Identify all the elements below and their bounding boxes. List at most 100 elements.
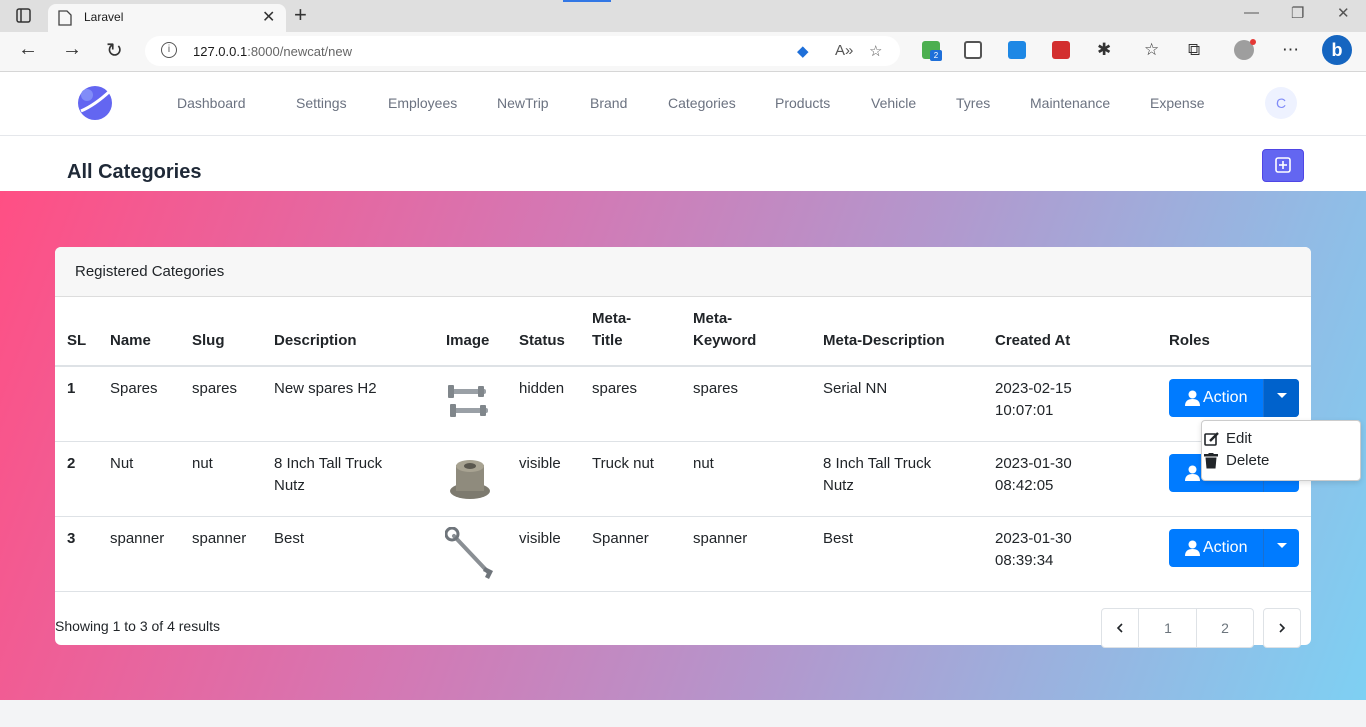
collections-icon[interactable]: ⧉ bbox=[1188, 40, 1200, 60]
add-category-button[interactable] bbox=[1262, 149, 1304, 182]
extensions-puzzle-icon[interactable]: ✱ bbox=[1097, 40, 1111, 60]
nav-products[interactable]: Products bbox=[775, 95, 830, 111]
browser-tab[interactable]: Laravel ✕ bbox=[48, 4, 286, 32]
page-1-button[interactable]: 1 bbox=[1138, 608, 1198, 648]
minimize-icon[interactable]: — bbox=[1244, 4, 1259, 21]
row3-dropdown-toggle[interactable] bbox=[1263, 529, 1299, 567]
chevron-right-icon bbox=[1279, 623, 1286, 633]
row3-status: visible bbox=[519, 530, 561, 547]
header-meta-description: Meta-Description bbox=[823, 332, 945, 349]
row2-created-time: 08:42:05 bbox=[995, 477, 1054, 494]
nav-maintenance[interactable]: Maintenance bbox=[1030, 95, 1110, 111]
row2-description-line1: 8 Inch Tall Truck bbox=[274, 455, 383, 472]
refresh-icon[interactable]: ↻ bbox=[106, 38, 123, 63]
user-icon bbox=[1185, 465, 1200, 481]
nav-dashboard[interactable]: Dashboard bbox=[177, 95, 246, 111]
coupon-tag-icon[interactable]: ◆ bbox=[797, 42, 809, 60]
action-dropdown-menu: Edit Delete bbox=[1201, 420, 1361, 481]
card-header: Registered Categories bbox=[55, 247, 1311, 297]
row3-image-spanner bbox=[445, 527, 493, 579]
page-2-button[interactable]: 2 bbox=[1196, 608, 1254, 648]
page-bottom bbox=[0, 700, 1366, 727]
header-meta-keyword-line2: Keyword bbox=[693, 332, 757, 349]
row1-name: Spares bbox=[110, 380, 158, 397]
forward-icon[interactable]: → bbox=[62, 38, 82, 61]
row1-dropdown-toggle[interactable] bbox=[1263, 379, 1299, 417]
nav-employees[interactable]: Employees bbox=[388, 95, 457, 111]
header-image: Image bbox=[446, 332, 490, 349]
bitwarden-icon[interactable] bbox=[964, 41, 982, 59]
chevron-left-icon bbox=[1116, 623, 1123, 633]
row1-image-bolts bbox=[448, 385, 488, 417]
page-header: All Categories bbox=[0, 136, 1366, 191]
notification-dot bbox=[1250, 39, 1256, 45]
header-created-at: Created At bbox=[995, 332, 1071, 349]
edit-icon bbox=[1204, 432, 1219, 446]
nav-settings[interactable]: Settings bbox=[296, 95, 347, 111]
nav-expense[interactable]: Expense bbox=[1150, 95, 1204, 111]
row1-action-button-group: Action bbox=[1169, 379, 1299, 417]
window-menu-icon[interactable] bbox=[16, 8, 31, 23]
row3-meta-title: Spanner bbox=[592, 530, 649, 547]
header-sl: SL bbox=[67, 332, 87, 349]
row3-name: spanner bbox=[110, 530, 165, 547]
row1-meta-title: spares bbox=[592, 380, 638, 397]
row2-sl: 2 bbox=[67, 455, 76, 472]
nav-tyres[interactable]: Tyres bbox=[956, 95, 990, 111]
url-path: :8000/newcat/new bbox=[247, 44, 353, 59]
row1-created-time: 10:07:01 bbox=[995, 402, 1054, 419]
page-icon bbox=[58, 10, 72, 26]
browser-tab-bar: Laravel ✕ + — ❐ ✕ bbox=[0, 0, 1366, 32]
bing-copilot-icon[interactable]: b bbox=[1322, 35, 1352, 65]
nav-newtrip[interactable]: NewTrip bbox=[497, 95, 549, 111]
favorite-star-icon[interactable]: ☆ bbox=[869, 42, 882, 60]
app-navbar: Dashboard Settings Employees NewTrip Bra… bbox=[0, 72, 1366, 136]
row2-image-nut bbox=[450, 460, 490, 499]
categories-card: Registered Categories SL Name Slug Descr… bbox=[55, 247, 1361, 648]
new-tab-icon[interactable]: + bbox=[294, 2, 307, 28]
header-divider bbox=[55, 365, 1311, 367]
tab-title: Laravel bbox=[84, 10, 124, 24]
address-bar[interactable]: i 127.0.0.1:8000/newcat/new ◆ A» ☆ bbox=[145, 36, 900, 66]
favorites-icon[interactable]: ☆ bbox=[1144, 40, 1159, 60]
header-roles: Roles bbox=[1169, 332, 1210, 349]
header-slug: Slug bbox=[192, 332, 225, 349]
extension-red-icon[interactable] bbox=[1052, 41, 1070, 59]
more-menu-icon[interactable]: ⋯ bbox=[1282, 40, 1299, 60]
dropdown-edit[interactable]: Edit bbox=[1204, 428, 1354, 450]
previous-page-button[interactable] bbox=[1101, 608, 1140, 648]
tab-indicator bbox=[563, 0, 611, 2]
row3-action-button[interactable]: Action bbox=[1169, 529, 1263, 567]
restore-icon[interactable]: ❐ bbox=[1291, 4, 1304, 22]
row1-created-date: 2023-02-15 bbox=[995, 380, 1072, 397]
row1-action-button[interactable]: Action bbox=[1169, 379, 1263, 417]
app-logo-icon[interactable] bbox=[77, 85, 113, 121]
read-aloud-icon[interactable]: A» bbox=[835, 42, 853, 59]
nav-brand[interactable]: Brand bbox=[590, 95, 627, 111]
dropdown-delete[interactable]: Delete bbox=[1204, 450, 1354, 472]
row1-action-label: Action bbox=[1203, 389, 1248, 406]
card-title: Registered Categories bbox=[75, 263, 225, 280]
url-text[interactable]: 127.0.0.1:8000/newcat/new bbox=[193, 44, 352, 59]
row2-name: Nut bbox=[110, 455, 134, 472]
next-page-button[interactable] bbox=[1263, 608, 1301, 648]
back-icon[interactable]: ← bbox=[18, 38, 38, 61]
row1-status: hidden bbox=[519, 380, 565, 397]
site-info-icon[interactable]: i bbox=[161, 42, 177, 58]
row1-sl: 1 bbox=[67, 380, 76, 397]
row1-meta-keyword: spares bbox=[693, 380, 739, 397]
close-tab-icon[interactable]: ✕ bbox=[262, 7, 275, 27]
row1-description: New spares H2 bbox=[274, 380, 377, 397]
caret-down-icon bbox=[1277, 393, 1287, 398]
nav-categories[interactable]: Categories bbox=[668, 95, 736, 111]
extension-badge: 2 bbox=[930, 50, 942, 61]
row-divider bbox=[55, 441, 1311, 442]
extension-blue-icon[interactable] bbox=[1008, 41, 1026, 59]
user-icon bbox=[1185, 390, 1200, 406]
download-extension-icon[interactable]: 2 bbox=[922, 41, 942, 61]
nav-vehicle[interactable]: Vehicle bbox=[871, 95, 916, 111]
user-avatar[interactable]: C bbox=[1265, 87, 1297, 119]
browser-toolbar: ← → ↻ i 127.0.0.1:8000/newcat/new ◆ A» ☆… bbox=[0, 32, 1366, 72]
close-window-icon[interactable]: ✕ bbox=[1337, 4, 1350, 22]
row2-meta-description-line1: 8 Inch Tall Truck bbox=[823, 455, 932, 472]
